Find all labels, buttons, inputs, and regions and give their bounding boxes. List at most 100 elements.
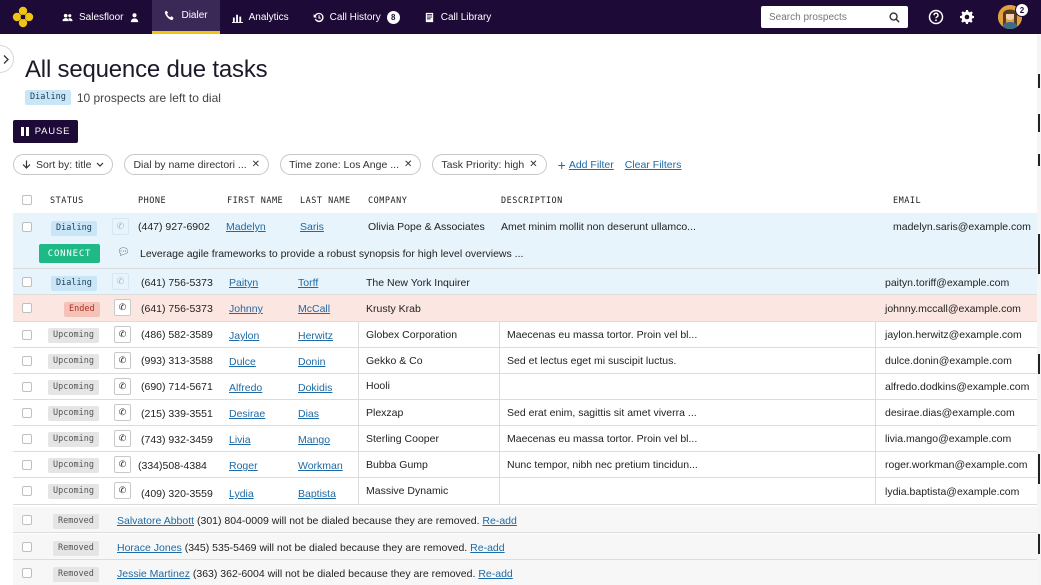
first-name-link[interactable]: Johnny (229, 303, 263, 315)
call-button[interactable]: ✆ (114, 482, 131, 499)
nav-dialer[interactable]: Dialer (152, 0, 220, 34)
prospect-name-link[interactable]: Salvatore Abbott (117, 515, 194, 527)
last-name-link[interactable]: Dokidis (298, 382, 332, 394)
add-filter-label: Add Filter (568, 158, 614, 171)
help-icon[interactable] (928, 9, 944, 25)
close-icon[interactable]: ✕ (404, 159, 412, 170)
filter-chip-timezone[interactable]: Time zone: Los Ange ... ✕ (280, 154, 422, 175)
row-checkbox[interactable] (22, 486, 32, 496)
pause-button[interactable]: PAUSE (13, 120, 78, 143)
last-name-link[interactable]: Mango (298, 434, 330, 446)
row-checkbox[interactable] (22, 434, 32, 444)
last-name-link[interactable]: Herwitz (298, 330, 333, 342)
select-all-checkbox[interactable] (22, 195, 32, 205)
table-row[interactable]: Dialing ✆ (641) 756-5373 Paityn Torff Th… (13, 269, 1037, 295)
column-email[interactable]: EMAIL (893, 196, 921, 206)
prospect-name-link[interactable]: Jessie Martinez (117, 568, 190, 580)
row-checkbox[interactable] (22, 222, 32, 232)
last-name-link[interactable]: Donin (298, 356, 325, 368)
re-add-link[interactable]: Re-add (478, 568, 512, 580)
row-checkbox[interactable] (22, 460, 32, 470)
search-box[interactable] (761, 6, 908, 28)
call-button[interactable]: ✆ (114, 456, 131, 473)
call-button[interactable]: ✆ (114, 404, 131, 421)
call-button[interactable]: ✆ (114, 378, 131, 395)
table-row[interactable]: Ended ✆ (641) 756-5373 Johnny McCall Kru… (13, 295, 1037, 322)
table-row[interactable]: Dialing ✆ (447) 927-6902 Madelyn Saris O… (13, 213, 1037, 269)
call-button[interactable]: ✆ (112, 218, 129, 235)
scrollbar[interactable] (1037, 34, 1041, 585)
table-row[interactable]: Upcoming ✆ (334)508-4384 Roger Workman B… (13, 452, 1037, 478)
first-name-link[interactable]: Lydia (229, 488, 254, 500)
table-row[interactable]: Upcoming ✆ (215) 339-3551 Desirae Dias P… (13, 400, 1037, 426)
re-add-link[interactable]: Re-add (482, 515, 516, 527)
call-button[interactable]: ✆ (114, 326, 131, 343)
column-status[interactable]: STATUS (50, 196, 84, 206)
re-add-link[interactable]: Re-add (470, 542, 504, 554)
nav-salesfloor[interactable]: Salesfloor (50, 0, 152, 34)
first-name-link[interactable]: Roger (229, 460, 258, 472)
last-name-link[interactable]: McCall (298, 303, 330, 315)
call-button[interactable]: ✆ (112, 273, 129, 290)
library-icon (425, 12, 433, 22)
row-checkbox[interactable] (22, 330, 32, 340)
last-name-link[interactable]: Dias (298, 408, 319, 420)
first-name-link[interactable]: Jaylon (229, 330, 259, 342)
column-first-name[interactable]: FIRST NAME (227, 196, 283, 206)
table-row[interactable]: Upcoming ✆ (486) 582-3589 Jaylon Herwitz… (13, 322, 1037, 348)
clear-filters-link[interactable]: Clear Filters (625, 159, 682, 171)
close-icon[interactable]: ✕ (252, 159, 260, 170)
last-name-link[interactable]: Torff (298, 277, 318, 289)
table-row[interactable]: Upcoming ✆ (993) 313-3588 Dulce Donin Ge… (13, 348, 1037, 374)
first-name-link[interactable]: Desirae (229, 408, 265, 420)
call-button[interactable]: ✆ (114, 430, 131, 447)
row-checkbox[interactable] (22, 542, 32, 552)
row-checkbox[interactable] (22, 303, 32, 313)
last-name-link[interactable]: Workman (298, 460, 343, 472)
status-badge: Removed (53, 541, 99, 556)
first-name-link[interactable]: Madelyn (226, 221, 266, 233)
table-row[interactable]: Upcoming ✆ (690) 714-5671 Alfredo Dokidi… (13, 374, 1037, 400)
logo[interactable] (0, 0, 46, 34)
row-checkbox[interactable] (22, 515, 32, 525)
table-row[interactable]: Upcoming ✆ (743) 932-3459 Livia Mango St… (13, 426, 1037, 452)
phone-icon: ✆ (116, 221, 125, 231)
row-checkbox[interactable] (22, 356, 32, 366)
last-name-link[interactable]: Saris (300, 221, 324, 233)
call-button[interactable]: ✆ (114, 299, 131, 316)
nav-call-library[interactable]: Call Library (412, 0, 504, 34)
search-input[interactable] (769, 11, 884, 23)
search-icon[interactable] (889, 11, 900, 23)
row-checkbox[interactable] (22, 568, 32, 578)
first-name-link[interactable]: Dulce (229, 356, 256, 368)
table-row[interactable]: Upcoming ✆ (409) 320-3559 Lydia Baptista… (13, 478, 1037, 505)
gear-icon[interactable] (959, 9, 975, 25)
sidebar-toggle[interactable] (0, 45, 14, 73)
row-checkbox[interactable] (22, 408, 32, 418)
connect-button[interactable]: CONNECT (39, 244, 100, 263)
close-icon[interactable]: ✕ (529, 159, 537, 170)
column-description[interactable]: DESCRIPTION (501, 196, 563, 206)
row-checkbox[interactable] (22, 382, 32, 392)
first-name-link[interactable]: Livia (229, 434, 251, 446)
email-text: livia.mango@example.com (885, 433, 1012, 445)
filter-chip-directory[interactable]: Dial by name directori ... ✕ (124, 154, 270, 175)
filter-chip-label: Dial by name directori ... (133, 158, 247, 171)
column-phone[interactable]: PHONE (138, 196, 166, 206)
add-filter-button[interactable]: + Add Filter (558, 158, 614, 172)
phone-icon: ✆ (118, 459, 127, 469)
row-checkbox[interactable] (22, 277, 32, 287)
first-name-link[interactable]: Alfredo (229, 382, 262, 394)
prospect-name-link[interactable]: Horace Jones (117, 542, 182, 554)
last-name-link[interactable]: Baptista (298, 488, 336, 500)
email-text: lydia.baptista@example.com (885, 486, 1020, 498)
nav-call-history[interactable]: Call History 8 (301, 0, 412, 34)
filter-chip-label: Time zone: Los Ange ... (289, 158, 399, 171)
call-button[interactable]: ✆ (114, 352, 131, 369)
sort-dropdown[interactable]: Sort by: title (13, 154, 114, 175)
column-company[interactable]: COMPANY (368, 196, 407, 206)
column-last-name[interactable]: LAST NAME (300, 196, 351, 206)
nav-analytics[interactable]: Analytics (220, 0, 301, 34)
first-name-link[interactable]: Paityn (229, 277, 258, 289)
filter-chip-priority[interactable]: Task Priority: high ✕ (432, 154, 547, 175)
